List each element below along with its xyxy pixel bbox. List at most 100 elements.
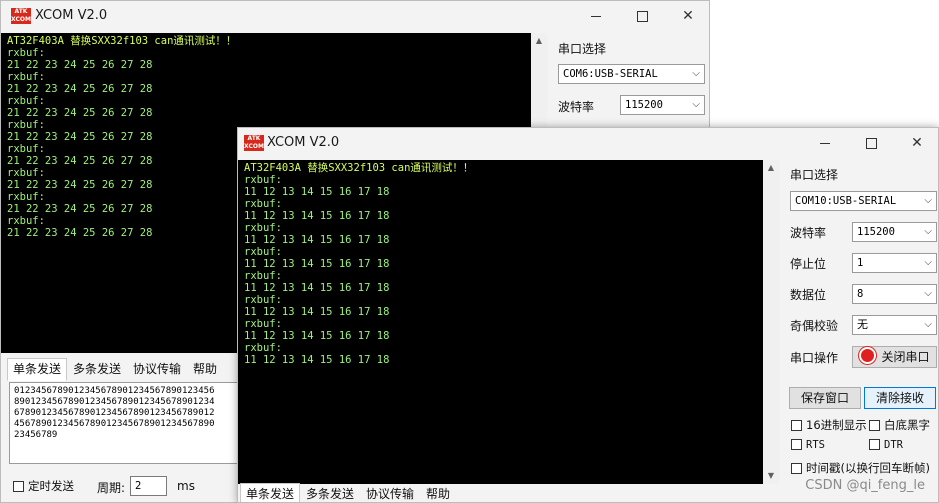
chevron-down-icon: ⌵ bbox=[924, 319, 932, 330]
baud-select-value: 115200 bbox=[857, 226, 895, 238]
terminal-line: rxbuf: bbox=[7, 71, 45, 83]
close-port-label: 关闭串口 bbox=[881, 350, 930, 364]
tab-help[interactable]: 帮助 bbox=[187, 358, 223, 381]
chevron-down-icon: ⌵ bbox=[924, 288, 932, 299]
white-black-label: 白底黑字 bbox=[884, 418, 930, 432]
minimize-button[interactable] bbox=[573, 1, 619, 31]
scroll-down-icon[interactable]: ▼ bbox=[763, 468, 779, 484]
clear-receive-button[interactable]: 清除接收 bbox=[864, 387, 936, 409]
timed-send-checkbox[interactable]: 定时发送 bbox=[13, 478, 74, 494]
terminal-line: rxbuf: bbox=[7, 47, 45, 59]
dtr-label: DTR bbox=[884, 439, 903, 451]
checkbox-box[interactable] bbox=[869, 439, 880, 450]
atk-logo-icon: ATK XCOM bbox=[244, 135, 264, 151]
terminal-line: rxbuf: bbox=[244, 222, 282, 234]
terminal-line: AT32F403A 替换SXX32f103 can通讯测试！！ bbox=[244, 162, 474, 174]
terminal-line: 11 12 13 14 15 16 17 18 bbox=[244, 330, 390, 342]
databits-select-value: 8 bbox=[857, 288, 864, 300]
parity-select[interactable]: 无 ⌵ bbox=[852, 315, 937, 335]
terminal-line: rxbuf: bbox=[244, 318, 282, 330]
hex-display-label: 16进制显示 bbox=[806, 418, 867, 432]
close-button[interactable]: ✕ bbox=[894, 128, 938, 158]
parity-label: 奇偶校验 bbox=[790, 319, 839, 333]
checkbox-box[interactable] bbox=[791, 439, 802, 450]
terminal-scrollbar[interactable]: ▲ ▼ bbox=[763, 160, 779, 484]
titlebar[interactable]: ATK XCOM XCOM V2.0 ✕ bbox=[1, 1, 709, 31]
chevron-down-icon: ⌵ bbox=[924, 195, 932, 206]
atk-logo-icon: ATK XCOM bbox=[11, 8, 31, 24]
port-select[interactable]: COM10:USB-SERIAL ⌵ bbox=[790, 191, 937, 211]
tab-single-send[interactable]: 单条发送 bbox=[240, 483, 301, 502]
terminal-line: 11 12 13 14 15 16 17 18 bbox=[244, 354, 390, 366]
period-unit: ms bbox=[177, 479, 195, 493]
close-button[interactable]: ✕ bbox=[665, 1, 709, 31]
terminal-line: rxbuf: bbox=[244, 294, 282, 306]
chevron-down-icon: ⌵ bbox=[924, 257, 932, 268]
minimize-button[interactable] bbox=[802, 128, 848, 158]
terminal-line: AT32F403A 替换SXX32f103 can通讯测试！！ bbox=[7, 35, 237, 47]
port-select[interactable]: COM6:USB-SERIAL ⌵ bbox=[558, 64, 705, 84]
databits-label: 数据位 bbox=[790, 288, 827, 302]
terminal-line: rxbuf: bbox=[244, 198, 282, 210]
baud-select[interactable]: 115200 ⌵ bbox=[852, 222, 937, 242]
terminal-line: 11 12 13 14 15 16 17 18 bbox=[244, 306, 390, 318]
checkbox-box[interactable] bbox=[791, 463, 802, 474]
period-input[interactable]: 2 bbox=[130, 476, 167, 496]
send-tabs: 单条发送 多条发送 协议传输 帮助 bbox=[240, 483, 456, 502]
terminal-line: 11 12 13 14 15 16 17 18 bbox=[244, 234, 390, 246]
baud-label: 波特率 bbox=[790, 226, 827, 240]
terminal-line: rxbuf: bbox=[7, 95, 45, 107]
terminal-line: 11 12 13 14 15 16 17 18 bbox=[244, 186, 390, 198]
period-value: 2 bbox=[135, 480, 142, 492]
terminal-line: rxbuf: bbox=[244, 174, 282, 186]
tab-single-send[interactable]: 单条发送 bbox=[7, 358, 68, 381]
dtr-checkbox[interactable]: DTR bbox=[869, 439, 903, 451]
baud-select[interactable]: 115200 ⌵ bbox=[620, 95, 705, 115]
checkbox-box[interactable] bbox=[13, 481, 24, 492]
checkbox-box[interactable] bbox=[791, 420, 802, 431]
scroll-up-icon[interactable]: ▲ bbox=[531, 33, 547, 49]
tab-help[interactable]: 帮助 bbox=[420, 483, 456, 502]
databits-select[interactable]: 8 ⌵ bbox=[852, 284, 937, 304]
rts-checkbox[interactable]: RTS bbox=[791, 439, 825, 451]
tab-multi-send[interactable]: 多条发送 bbox=[300, 483, 360, 502]
port-select-value: COM10:USB-SERIAL bbox=[795, 195, 897, 207]
timestamp-label: 时间戳(以换行回车断帧) bbox=[806, 461, 930, 475]
terminal-line: 11 12 13 14 15 16 17 18 bbox=[244, 258, 390, 270]
terminal-line: rxbuf: bbox=[244, 342, 282, 354]
port-op-label: 串口操作 bbox=[790, 351, 839, 365]
stopbits-select[interactable]: 1 ⌵ bbox=[852, 253, 937, 273]
baud-select-value: 115200 bbox=[625, 99, 663, 111]
maximize-button[interactable] bbox=[848, 128, 894, 158]
send-tabs: 单条发送 多条发送 协议传输 帮助 bbox=[7, 358, 223, 381]
white-black-checkbox[interactable]: 白底黑字 bbox=[869, 417, 930, 433]
port-select-label: 串口选择 bbox=[790, 168, 839, 182]
xcom-window-front[interactable]: ATK XCOM XCOM V2.0 ✕ AT32F403A 替换SXX32f1… bbox=[237, 127, 939, 503]
chevron-down-icon: ⌵ bbox=[924, 226, 932, 237]
maximize-button[interactable] bbox=[619, 1, 665, 31]
window-title: XCOM V2.0 bbox=[267, 135, 340, 150]
checkbox-box[interactable] bbox=[869, 420, 880, 431]
receive-terminal[interactable]: AT32F403A 替换SXX32f103 can通讯测试！！ rxbuf: 11 … bbox=[238, 160, 763, 484]
tab-protocol[interactable]: 协议传输 bbox=[127, 358, 187, 381]
timed-send-label: 定时发送 bbox=[28, 479, 74, 493]
scroll-up-icon[interactable]: ▲ bbox=[763, 160, 779, 176]
port-select-value: COM6:USB-SERIAL bbox=[563, 68, 658, 80]
save-window-button[interactable]: 保存窗口 bbox=[789, 387, 861, 409]
port-status-indicator-icon bbox=[859, 347, 877, 364]
hex-display-checkbox[interactable]: 16进制显示 bbox=[791, 417, 867, 433]
chevron-down-icon: ⌵ bbox=[692, 99, 700, 110]
close-port-button[interactable]: 关闭串口 bbox=[852, 346, 937, 368]
timestamp-checkbox[interactable]: 时间戳(以换行回车断帧) bbox=[791, 460, 930, 476]
terminal-line: rxbuf: bbox=[244, 246, 282, 258]
send-input[interactable]: 0123456789012345678901234567890123456 89… bbox=[9, 382, 241, 464]
terminal-line: 21 22 23 24 25 26 27 28 bbox=[7, 59, 153, 71]
baud-label: 波特率 bbox=[558, 100, 595, 114]
tab-protocol[interactable]: 协议传输 bbox=[360, 483, 420, 502]
terminal-line: rxbuf: bbox=[244, 270, 282, 282]
titlebar[interactable]: ATK XCOM XCOM V2.0 ✕ bbox=[238, 128, 938, 158]
window-title: XCOM V2.0 bbox=[35, 8, 108, 23]
stopbits-select-value: 1 bbox=[857, 257, 864, 269]
tab-multi-send[interactable]: 多条发送 bbox=[67, 358, 127, 381]
csdn-watermark: CSDN @qi_feng_le bbox=[805, 478, 925, 493]
